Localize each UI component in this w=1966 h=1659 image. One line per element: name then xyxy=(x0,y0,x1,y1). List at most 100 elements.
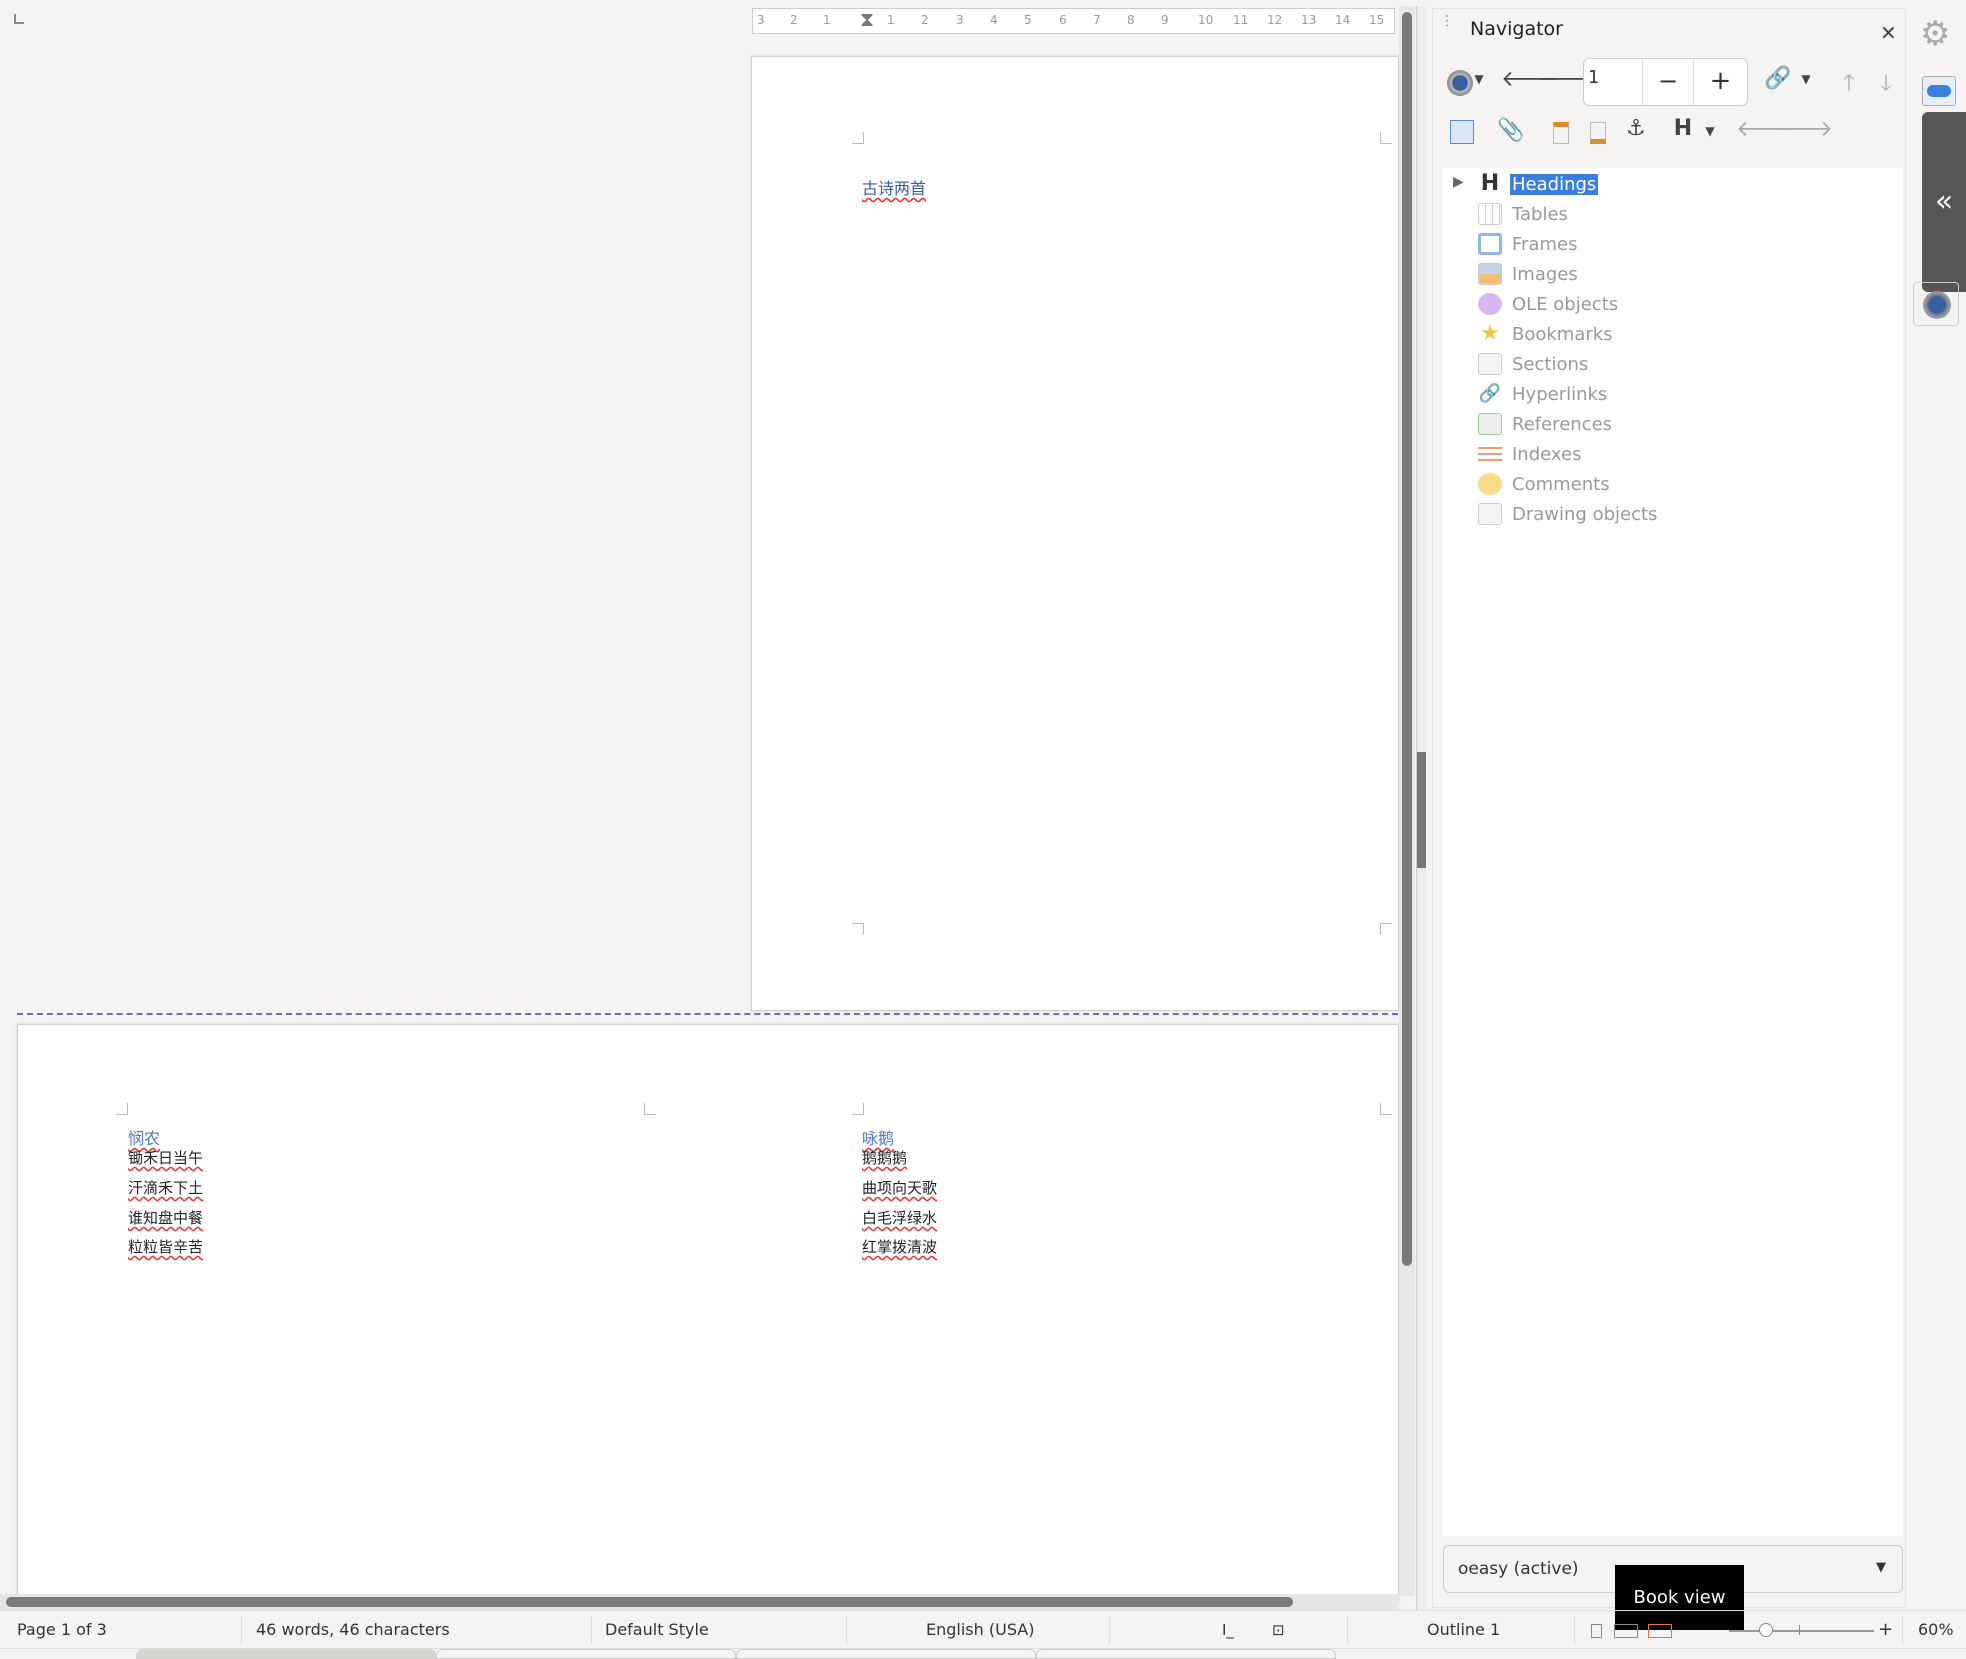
grip-icon[interactable]: ⋮ xyxy=(1440,14,1454,42)
poem-line[interactable]: 红掌拨清波 xyxy=(862,1236,937,1257)
zoom-slider-handle[interactable] xyxy=(1759,1623,1773,1637)
drag-mode-icon[interactable] xyxy=(1450,120,1474,144)
divider xyxy=(846,1616,847,1644)
sidebar-splitter[interactable] xyxy=(1416,6,1426,1610)
page-spinner[interactable]: 1 − + xyxy=(1583,58,1748,106)
tree-item-references[interactable]: References xyxy=(1478,411,1614,437)
document-select-value: oeasy (active) xyxy=(1458,1559,1579,1579)
zoom-in-icon[interactable]: + xyxy=(1878,1612,1893,1648)
poem-line[interactable]: 锄禾日当午 xyxy=(128,1147,203,1168)
anchor-icon[interactable]: ⚓ xyxy=(1621,116,1651,141)
ruler-label: 6 xyxy=(1059,13,1067,27)
link-icon: 🔗 xyxy=(1478,383,1502,404)
tree-item-headings[interactable]: H Headings xyxy=(1478,171,1599,197)
tree-item-tables[interactable]: Tables xyxy=(1478,201,1570,227)
table-icon xyxy=(1478,203,1502,225)
indent-marker[interactable]: ⧗ xyxy=(860,7,874,31)
compass-icon[interactable] xyxy=(1447,70,1473,96)
expand-icon[interactable]: ▶ xyxy=(1453,174,1464,190)
tree-item-frames[interactable]: Frames xyxy=(1478,231,1579,257)
poem-line[interactable]: 汗滴禾下土 xyxy=(128,1177,203,1198)
zoom-100-tick xyxy=(1799,1625,1800,1635)
collapse-sidebar-button[interactable]: « xyxy=(1922,112,1966,292)
status-language[interactable]: English (USA) xyxy=(926,1612,1034,1648)
splitter-handle[interactable] xyxy=(1417,752,1426,868)
tree-item-label: Comments xyxy=(1512,473,1610,495)
status-outline: Outline 1 xyxy=(1427,1620,1501,1639)
paperclip-icon[interactable]: 📎 xyxy=(1496,118,1526,143)
back-icon[interactable]: 🡐 xyxy=(1501,66,1560,92)
margin-mark xyxy=(1380,923,1392,935)
heading-level-icon[interactable]: H xyxy=(1668,116,1698,141)
document-title[interactable]: 古诗两首 xyxy=(862,175,926,199)
multi-page-view-icon[interactable] xyxy=(1614,1624,1638,1638)
poem-title[interactable]: 咏鹅 xyxy=(862,1125,894,1149)
dropdown-arrow-icon[interactable]: ▼ xyxy=(1472,72,1486,86)
status-page[interactable]: Page 1 of 3 xyxy=(17,1612,107,1648)
statusbar-divider xyxy=(0,1610,1966,1611)
arrow-up-icon[interactable]: 🡑 xyxy=(1834,66,1864,104)
divider xyxy=(591,1616,592,1644)
status-page-style[interactable]: Default Style xyxy=(605,1612,709,1648)
page-1[interactable]: 古诗两首 xyxy=(751,56,1399,1011)
tree-item-hyperlinks[interactable]: 🔗 Hyperlinks xyxy=(1478,381,1609,407)
ruler-label: 2 xyxy=(790,13,798,27)
zoom-level[interactable]: 60% xyxy=(1918,1612,1954,1648)
poem-line[interactable]: 谁知盘中餐 xyxy=(128,1207,203,1228)
link-icon[interactable]: 🔗 xyxy=(1763,66,1793,91)
navigator-deck-button[interactable] xyxy=(1913,282,1959,326)
poem-line[interactable]: 鹅鹅鹅 xyxy=(862,1147,907,1168)
tree-item-sections[interactable]: Sections xyxy=(1478,351,1590,377)
corner-mark xyxy=(14,14,24,24)
tab-strip xyxy=(0,1648,1966,1659)
horizontal-ruler[interactable]: 3 2 1 1 2 3 4 5 6 7 8 9 10 11 12 13 14 15 ⧗ xyxy=(752,7,1395,34)
status-word-count[interactable]: 46 words, 46 characters xyxy=(256,1612,450,1648)
reference-icon xyxy=(1478,413,1502,435)
tooltip: Book view xyxy=(1615,1565,1744,1630)
frame-icon xyxy=(1478,233,1502,255)
insert-mode-icon[interactable]: I_ xyxy=(1222,1612,1234,1648)
ruler-label: 11 xyxy=(1233,13,1249,27)
margin-mark xyxy=(1380,132,1392,144)
single-page-view-icon[interactable] xyxy=(1591,1624,1602,1638)
gear-icon[interactable]: ⚙ xyxy=(1920,14,1950,54)
tree-item-images[interactable]: Images xyxy=(1478,261,1580,287)
footer-icon[interactable] xyxy=(1590,122,1606,144)
page-number-input[interactable]: 1 xyxy=(1584,59,1643,105)
vertical-scrollbar[interactable] xyxy=(1399,6,1415,1596)
poem-line[interactable]: 曲项向天歌 xyxy=(862,1177,937,1198)
ruler-label: 3 xyxy=(956,13,964,27)
scrollbar-thumb[interactable] xyxy=(1402,12,1412,1266)
demote-icon[interactable]: 🡒 xyxy=(1774,116,1833,142)
tree-item-label: Tables xyxy=(1512,203,1568,225)
ruler-label: 10 xyxy=(1198,13,1214,27)
horizontal-scrollbar[interactable] xyxy=(0,1594,1399,1610)
page-2[interactable]: 悯农 锄禾日当午 汗滴禾下土 谁知盘中餐 粒粒皆辛苦 咏鹅 鹅鹅鹅 曲项向天歌 … xyxy=(17,1024,1399,1604)
tree-item-bookmarks[interactable]: ★ Bookmarks xyxy=(1478,321,1615,347)
poem-title[interactable]: 悯农 xyxy=(128,1125,160,1149)
dropdown-arrow-icon[interactable]: ▼ xyxy=(1799,72,1813,86)
divider xyxy=(1109,1616,1110,1644)
dropdown-arrow-icon[interactable]: ▼ xyxy=(1703,124,1717,138)
compass-icon xyxy=(1923,291,1951,319)
scrollbar-thumb[interactable] xyxy=(6,1597,1293,1607)
tree-item-comments[interactable]: Comments xyxy=(1478,471,1612,497)
arrow-down-icon[interactable]: 🡓 xyxy=(1871,66,1901,104)
zoom-slider[interactable] xyxy=(1729,1623,1874,1637)
decrement-button[interactable]: − xyxy=(1643,59,1694,105)
forward-icon[interactable]: 🡒 xyxy=(1538,66,1597,92)
signature-icon[interactable]: ⊡ xyxy=(1272,1612,1285,1648)
header-icon[interactable] xyxy=(1553,122,1569,144)
divider xyxy=(1347,1616,1348,1644)
divider xyxy=(1574,1616,1575,1644)
book-view-icon[interactable] xyxy=(1648,1624,1672,1638)
poem-line[interactable]: 粒粒皆辛苦 xyxy=(128,1236,203,1257)
promote-icon[interactable]: 🡐 xyxy=(1736,116,1795,142)
poem-line[interactable]: 白毛浮绿水 xyxy=(862,1207,937,1228)
properties-deck-button[interactable] xyxy=(1922,76,1956,106)
increment-button[interactable]: + xyxy=(1694,59,1747,105)
tree-item-ole-objects[interactable]: OLE objects xyxy=(1478,291,1620,317)
tree-item-drawing-objects[interactable]: Drawing objects xyxy=(1478,501,1659,527)
tree-item-indexes[interactable]: Indexes xyxy=(1478,441,1583,467)
close-button[interactable]: × xyxy=(1880,20,1897,44)
